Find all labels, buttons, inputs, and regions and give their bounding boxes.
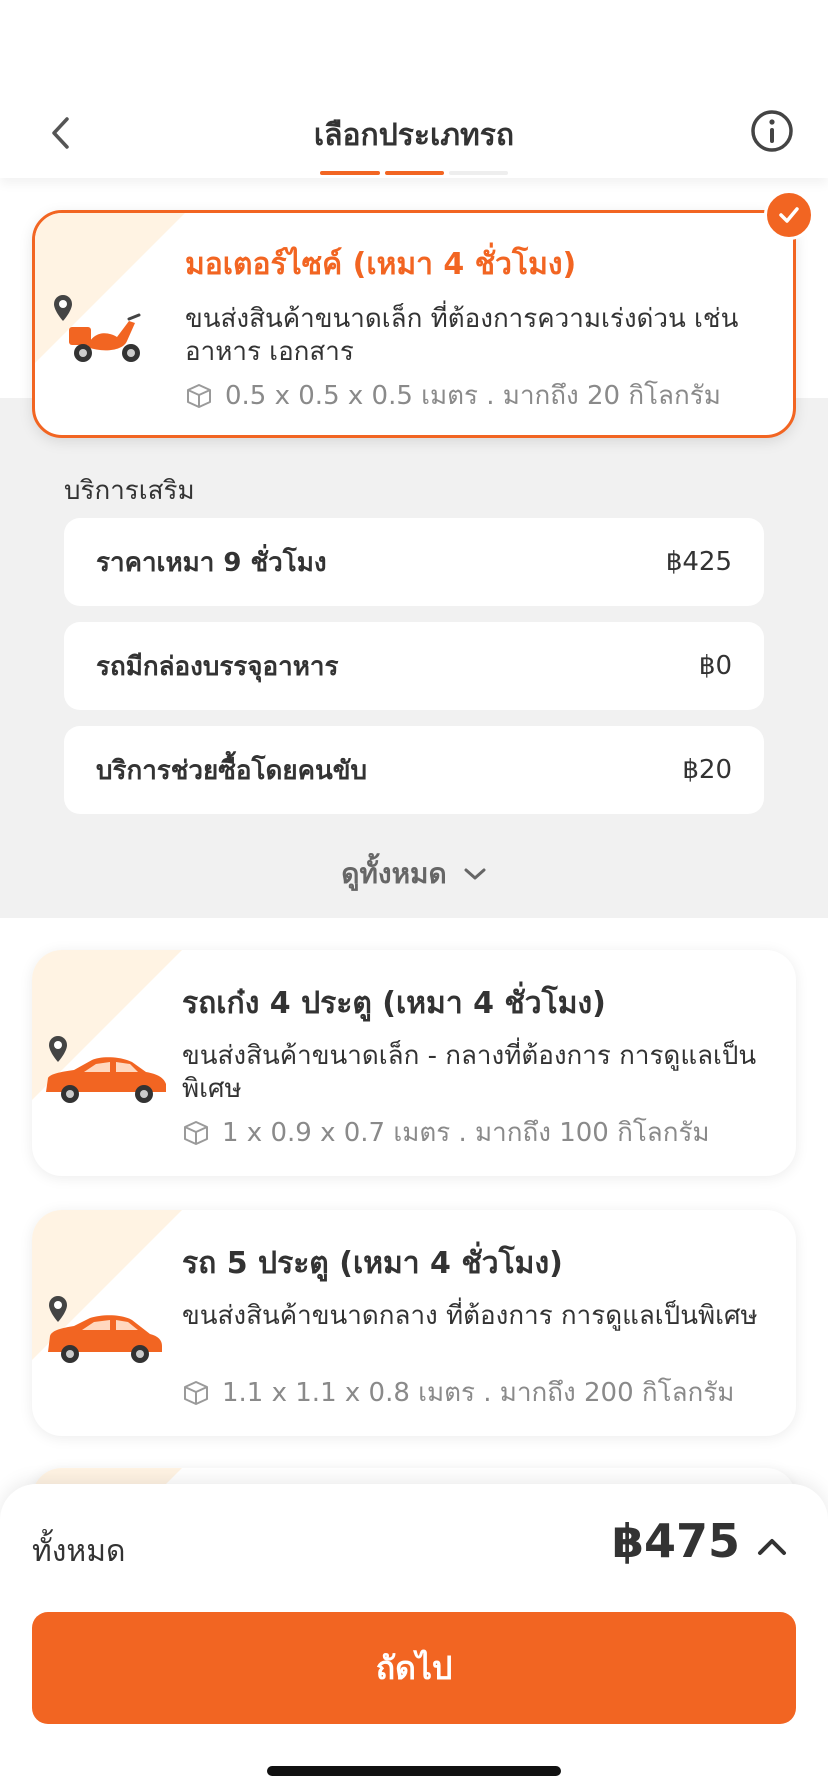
vehicle-description: ขนส่งสินค้าขนาดกลาง ที่ต้องการ การดูแลเป… bbox=[182, 1301, 758, 1331]
see-all-label: ดูทั้งหมด bbox=[341, 857, 447, 890]
addon-label: รถมีกล่องบรรจุอาหาร bbox=[96, 651, 339, 682]
vehicle-card-sedan[interactable]: รถเก๋ง 4 ประตู (เหมา 4 ชั่วโมง) ขนส่งสิน… bbox=[32, 950, 796, 1176]
header-bar: เลือกประเภทรถ bbox=[0, 0, 828, 178]
addon-label: ราคาเหมา 9 ชั่วโมง bbox=[96, 547, 327, 578]
box-icon bbox=[184, 1380, 208, 1405]
vehicle-spec-text: 0.5 x 0.5 x 0.5 เมตร . มากถึง 20 กิโลกรั… bbox=[225, 381, 721, 411]
vehicle-name: มอเตอร์ไซค์ (เหมา 4 ชั่วโมง) bbox=[185, 247, 577, 282]
chevron-up-icon bbox=[758, 1539, 786, 1555]
addon-row[interactable]: รถมีกล่องบรรจุอาหาร ฿0 bbox=[64, 622, 764, 710]
addon-price: ฿20 bbox=[682, 755, 732, 785]
next-button[interactable]: ถัดไป bbox=[32, 1612, 796, 1724]
vehicle-name: รถ 5 ประตู (เหมา 4 ชั่วโมง) bbox=[182, 1246, 563, 1281]
progress-step-2 bbox=[385, 171, 444, 175]
vehicle-name: รถเก๋ง 4 ประตู (เหมา 4 ชั่วโมง) bbox=[182, 986, 606, 1021]
vehicle-spec-text: 1.1 x 1.1 x 0.8 เมตร . มากถึง 200 กิโลกร… bbox=[222, 1378, 735, 1408]
hatchback-car-icon bbox=[48, 1296, 162, 1363]
addons-title: บริการเสริม bbox=[64, 476, 195, 506]
progress-step-3 bbox=[449, 171, 508, 175]
vehicle-card-motorcycle[interactable]: มอเตอร์ไซค์ (เหมา 4 ชั่วโมง) ขนส่งสินค้า… bbox=[32, 210, 796, 438]
info-button[interactable] bbox=[748, 107, 796, 155]
motorcycle-icon bbox=[54, 295, 141, 362]
sedan-car-icon bbox=[46, 1036, 166, 1103]
vehicle-spec-text: 1 x 0.9 x 0.7 เมตร . มากถึง 100 กิโลกรัม bbox=[222, 1118, 710, 1148]
addon-label: บริการช่วยซื้อโดยคนขับ bbox=[96, 755, 368, 786]
addon-row[interactable]: บริการช่วยซื้อโดยคนขับ ฿20 bbox=[64, 726, 764, 814]
home-indicator bbox=[267, 1766, 561, 1776]
see-all-button[interactable]: ดูทั้งหมด bbox=[0, 852, 828, 896]
box-icon bbox=[187, 383, 211, 408]
addon-price: ฿0 bbox=[698, 651, 732, 681]
total-label: ทั้งหมด bbox=[32, 1534, 126, 1569]
total-price: ฿475 bbox=[611, 1514, 740, 1568]
expand-summary-button[interactable] bbox=[752, 1526, 792, 1566]
info-circle-icon bbox=[751, 110, 793, 152]
vehicle-spec: 1.1 x 1.1 x 0.8 เมตร . มากถึง 200 กิโลกร… bbox=[182, 1372, 734, 1413]
vehicle-card-hatchback[interactable]: รถ 5 ประตู (เหมา 4 ชั่วโมง) ขนส่งสินค้าข… bbox=[32, 1210, 796, 1436]
vehicle-spec: 1 x 0.9 x 0.7 เมตร . มากถึง 100 กิโลกรัม bbox=[182, 1112, 710, 1153]
chevron-down-icon bbox=[464, 868, 486, 880]
selected-check-badge bbox=[764, 190, 814, 240]
addon-row[interactable]: ราคาเหมา 9 ชั่วโมง ฿425 bbox=[64, 518, 764, 606]
vehicle-spec: 0.5 x 0.5 x 0.5 เมตร . มากถึง 20 กิโลกรั… bbox=[185, 375, 721, 416]
checkmark-icon bbox=[779, 207, 799, 223]
addon-price: ฿425 bbox=[665, 547, 732, 577]
box-icon bbox=[184, 1120, 208, 1145]
page-title: เลือกประเภทรถ bbox=[313, 118, 515, 153]
vehicle-description: ขนส่งสินค้าขนาดเล็ก - กลางที่ต้องการ การ… bbox=[182, 1041, 757, 1104]
bottom-summary-sheet: ทั้งหมด ฿475 ถัดไป bbox=[0, 1484, 828, 1792]
progress-step-1 bbox=[320, 171, 380, 175]
vehicle-description: ขนส่งสินค้าขนาดเล็ก ที่ต้องการความเร่งด่… bbox=[185, 304, 739, 367]
